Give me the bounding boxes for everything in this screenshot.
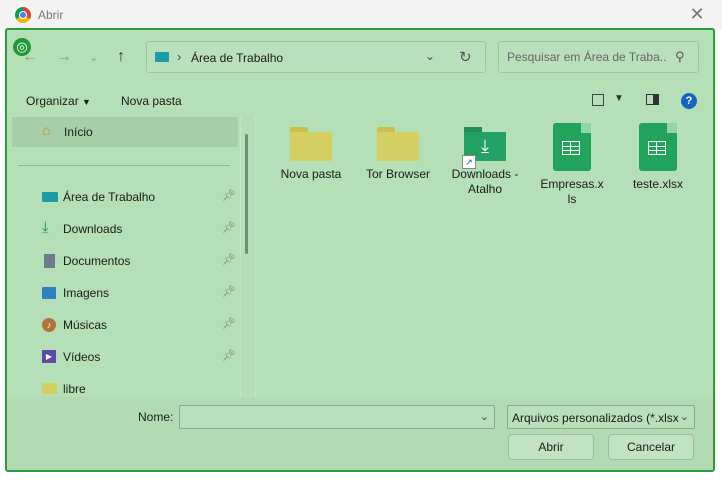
pane-divider (255, 117, 256, 397)
image-icon (42, 287, 56, 299)
file-label: Downloads - Atalho (451, 167, 519, 196)
sidebar-item-label: Início (64, 125, 93, 139)
file-label: teste.xlsx (632, 177, 683, 191)
pin-icon: 📌︎ (222, 254, 236, 266)
sidebar-item-videos[interactable]: ▶ Vídeos 📌︎ (40, 345, 240, 369)
address-path[interactable]: Área de Trabalho (191, 51, 283, 65)
recent-locations-button[interactable]: ⌄ (89, 51, 98, 64)
desktop-icon (155, 52, 169, 62)
sidebar-item-label: Vídeos (63, 350, 101, 364)
sidebar-item-downloads[interactable]: ⤓ Downloads 📌︎ (40, 217, 240, 241)
search-input[interactable] (507, 50, 667, 64)
search-box[interactable]: ⚲ (498, 41, 699, 73)
pin-icon: 📌︎ (222, 190, 236, 202)
desktop-icon (42, 192, 58, 202)
back-button[interactable]: ← (22, 48, 38, 66)
divider (18, 165, 230, 166)
organize-button[interactable]: Organizar ▼ (26, 94, 91, 108)
file-type-select[interactable]: Arquivos personalizados (*.xlsx; ⌄ (507, 405, 695, 429)
folder-icon (42, 383, 57, 394)
sidebar-item-home[interactable]: ⌂ Início (12, 117, 238, 147)
sidebar-item-label: Imagens (63, 286, 110, 300)
pin-icon: 📌︎ (222, 318, 236, 330)
sidebar-item-pictures[interactable]: Imagens 📌︎ (40, 281, 240, 305)
file-name-label: Nome: (138, 410, 174, 424)
pane-divider (240, 117, 241, 397)
excel-icon (639, 123, 677, 171)
up-button[interactable]: ↑ (117, 48, 125, 66)
video-icon: ▶ (42, 350, 56, 363)
address-bar[interactable]: › Área de Trabalho ⌄ ↻ (146, 41, 486, 73)
excel-icon (553, 123, 591, 171)
sidebar-item-label: Músicas (63, 318, 108, 332)
sidebar-item-desktop[interactable]: Área de Trabalho 📌︎ (40, 185, 240, 209)
view-icon[interactable] (592, 94, 604, 106)
title-bar: Abrir ✕ (0, 0, 722, 30)
window-title: Abrir (38, 8, 64, 22)
sidebar-item-documents[interactable]: Documentos 📌︎ (40, 249, 240, 273)
file-name-input[interactable] (184, 410, 474, 424)
sidebar-item-label: Área de Trabalho (63, 190, 156, 204)
navigation-pane: ⌂ Início Área de Trabalho 📌︎ ⤓ Downloads… (10, 117, 240, 397)
chevron-down-icon[interactable]: ⌄ (425, 49, 435, 63)
open-file-dialog: Abrir ✕ ◎ ← → ⌄ ↑ › Área de Trabalho ⌄ ↻… (0, 0, 722, 482)
file-item-tor-browser[interactable]: Tor Browser (361, 123, 435, 182)
document-icon (44, 254, 55, 268)
folder-icon (290, 127, 332, 161)
download-icon: ⤓ (42, 219, 49, 236)
preview-pane-icon[interactable] (646, 94, 659, 105)
search-icon[interactable]: ⚲ (675, 49, 685, 65)
file-item-teste-xlsx[interactable]: teste.xlsx (621, 123, 695, 192)
file-name-combobox[interactable]: ⌄ (179, 405, 495, 429)
file-type-value: Arquivos personalizados (*.xlsx; (512, 411, 678, 425)
home-icon: ⌂ (42, 122, 51, 138)
file-item-empresas-xls[interactable]: Empresas.xls (535, 123, 609, 207)
pin-icon: 📌︎ (222, 222, 236, 234)
file-label: Empresas.xls (540, 177, 604, 206)
download-folder-icon: ⤓ ↗ (462, 127, 506, 169)
file-item-nova-pasta[interactable]: Nova pasta (274, 123, 348, 182)
sidebar-item-label: Downloads (63, 222, 123, 236)
sidebar-item-music[interactable]: ♪ Músicas 📌︎ (40, 313, 240, 337)
sidebar-item-label: libre (63, 382, 86, 396)
sidebar-item-label: Documentos (63, 254, 131, 268)
pin-icon: 📌︎ (222, 350, 236, 362)
chevron-down-icon[interactable]: ⌄ (480, 410, 489, 423)
chevron-right-icon: › (177, 49, 182, 64)
pin-icon: 📌︎ (222, 286, 236, 298)
refresh-icon[interactable]: ↻ (459, 48, 472, 66)
view-options-caret-icon[interactable]: ▼ (614, 93, 624, 104)
sidebar-scrollbar[interactable] (245, 134, 248, 254)
file-item-downloads-shortcut[interactable]: ⤓ ↗ Downloads - Atalho (448, 123, 522, 197)
new-folder-button[interactable]: Nova pasta (121, 94, 182, 108)
chevron-down-icon[interactable]: ⌄ (680, 410, 689, 423)
shortcut-arrow-icon: ↗ (462, 155, 476, 169)
organize-label: Organizar (26, 94, 79, 108)
chrome-icon (15, 7, 31, 23)
open-button[interactable]: Abrir (508, 434, 594, 460)
cancel-button[interactable]: Cancelar (608, 434, 694, 460)
music-icon: ♪ (42, 318, 56, 332)
file-label: Tor Browser (365, 167, 430, 181)
file-label: Nova pasta (280, 167, 342, 181)
folder-icon (377, 127, 419, 161)
caret-down-icon: ▼ (82, 97, 91, 107)
close-icon[interactable]: ✕ (688, 4, 706, 24)
forward-button[interactable]: → (56, 48, 72, 66)
help-icon[interactable]: ? (681, 93, 697, 109)
